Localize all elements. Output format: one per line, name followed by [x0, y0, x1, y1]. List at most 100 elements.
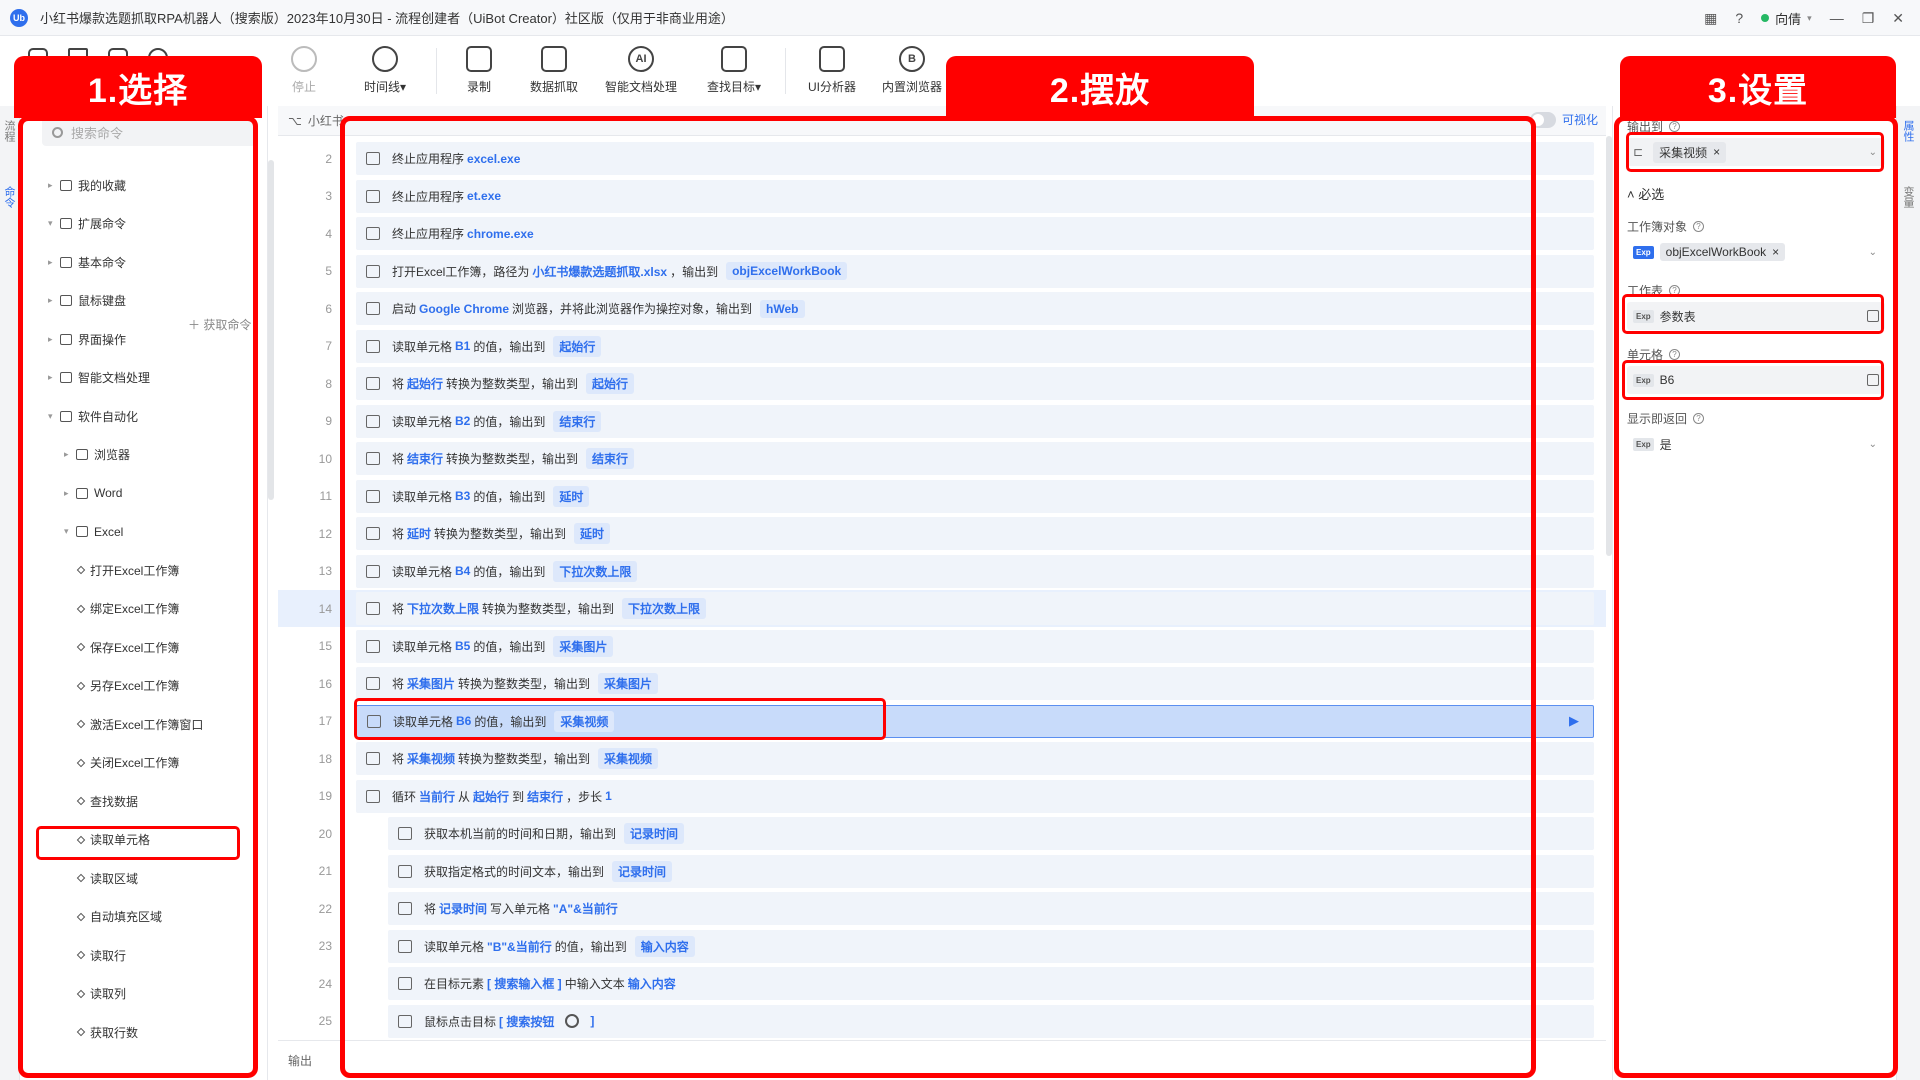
command-block[interactable]: 终止应用程序 excel.exe [356, 142, 1594, 175]
chevron-down-icon[interactable]: ⌄ [1869, 439, 1877, 450]
return-select[interactable]: Exp 是 ⌄ [1627, 430, 1885, 458]
caret-down-icon[interactable]: ▾ [48, 411, 60, 422]
caret-right-icon[interactable]: ▸ [48, 295, 60, 306]
apps-grid-icon[interactable]: ▦ [1704, 10, 1717, 27]
tree-item[interactable]: ▾ 软件自动化 [48, 401, 138, 431]
sheet-field[interactable]: Exp 参数表 [1627, 302, 1885, 330]
tab-commands[interactable]: 命令 [3, 186, 17, 208]
tree-item[interactable]: ▸ 浏览器 [64, 440, 130, 470]
command-block[interactable]: 启动 Google Chrome 浏览器，并将此浏览器作为操控对象，输出到 hWeb [356, 292, 1594, 325]
expression-icon[interactable]: Exp [1633, 373, 1654, 387]
command-row[interactable]: 5 打开Excel工作簿，路径为 小红书爆款选题抓取.xlsx ，输出到 objExce… [278, 253, 1606, 290]
command-row[interactable]: 15 读取单元格 B5 的值，输出到 采集图片 [278, 628, 1606, 665]
user-menu[interactable]: 向倩 ▾ [1761, 9, 1812, 28]
expression-icon[interactable]: Exp [1633, 245, 1654, 259]
tree-item[interactable]: 另存Excel工作簿 [76, 671, 179, 701]
tree-item[interactable]: ▸ Word [64, 478, 122, 508]
tree-item[interactable]: 读取行 [76, 940, 126, 970]
command-block[interactable]: 将结束行 转换为整数类型，输出到 结束行 [356, 442, 1594, 475]
command-block[interactable]: 将下拉次数上限 转换为整数类型，输出到 下拉次数上限 [356, 592, 1594, 625]
caret-down-icon[interactable]: ▾ [64, 526, 76, 537]
stop-button[interactable]: 停止 [268, 36, 340, 95]
command-block[interactable]: 读取单元格 B2 的值，输出到 结束行 [356, 404, 1594, 438]
visual-toggle[interactable]: 可视化 [1529, 111, 1598, 128]
command-row[interactable]: 17 读取单元格 B6 的值，输出到 采集视频 ▶ [278, 703, 1606, 740]
command-row[interactable]: 10 将结束行 转换为整数类型，输出到 结束行 [278, 440, 1606, 477]
command-row[interactable]: 3 终止应用程序 et.exe [278, 178, 1606, 215]
command-row[interactable]: 20 获取本机当前的时间和日期，输出到 记录时间 [278, 815, 1606, 852]
expression-icon[interactable]: Exp [1633, 309, 1654, 323]
caret-right-icon[interactable]: ▸ [64, 449, 76, 460]
command-block[interactable]: 获取本机当前的时间和日期，输出到 记录时间 [388, 817, 1594, 850]
command-block[interactable]: 将采集视频 转换为整数类型，输出到 采集视频 [356, 742, 1594, 775]
command-block[interactable]: 终止应用程序 chrome.exe [356, 217, 1594, 250]
command-block[interactable]: 将记录时间 写入单元格 "A"&当前行 [388, 892, 1594, 925]
chevron-down-icon[interactable]: ⌄ [1869, 147, 1877, 158]
edit-icon[interactable] [1867, 310, 1879, 322]
tree-item[interactable]: 读取单元格 [76, 825, 150, 855]
caret-right-icon[interactable]: ▸ [64, 488, 76, 499]
command-row[interactable]: 14 将下拉次数上限 转换为整数类型，输出到 下拉次数上限 [278, 590, 1606, 627]
command-block[interactable]: 读取单元格 B5 的值，输出到 采集图片 [356, 629, 1594, 663]
visual-switch[interactable] [1529, 111, 1556, 128]
command-row[interactable]: 2 终止应用程序 excel.exe [278, 140, 1606, 177]
tree-item[interactable]: ▸ 鼠标键盘 [48, 286, 126, 316]
tree-item[interactable]: ▸ 我的收藏 [48, 170, 126, 200]
command-row[interactable]: 9 读取单元格 B2 的值，输出到 结束行 [278, 403, 1606, 440]
tree-item[interactable]: 读取列 [76, 979, 126, 1009]
tab-variables[interactable]: 变量 [1902, 186, 1916, 208]
get-command-link[interactable]: ＋ 获取命令 [188, 316, 251, 333]
help-icon[interactable]: ? [1669, 285, 1681, 296]
tree-item[interactable]: 激活Excel工作簿窗口 [76, 709, 203, 739]
tab-flow[interactable]: 流程 [3, 120, 17, 142]
tree-item[interactable]: 打开Excel工作簿 [76, 555, 179, 585]
help-icon[interactable]: ? [1669, 349, 1681, 360]
command-row[interactable]: 18 将采集视频 转换为整数类型，输出到 采集视频 [278, 740, 1606, 777]
command-row[interactable]: 22 将记录时间 写入单元格 "A"&当前行 [278, 890, 1606, 927]
output-panel-tab[interactable]: 输出 [278, 1040, 1606, 1080]
tree-item[interactable]: 绑定Excel工作簿 [76, 594, 179, 624]
command-row[interactable]: 4 终止应用程序 chrome.exe [278, 215, 1606, 252]
caret-right-icon[interactable]: ▸ [48, 334, 60, 345]
command-row[interactable]: 25 鼠标点击目标[ 搜索按钮] [278, 1003, 1606, 1040]
caret-right-icon[interactable]: ▸ [48, 257, 60, 268]
tree-item[interactable]: ▸ 智能文档处理 [48, 363, 150, 393]
command-block[interactable]: 将延时 转换为整数类型，输出到 延时 [356, 517, 1594, 550]
run-line-icon[interactable]: ▶ [1569, 713, 1579, 729]
command-block[interactable]: 读取单元格 B1 的值，输出到 起始行 [356, 329, 1594, 363]
command-row[interactable]: 24 在目标元素[ 搜索输入框 ] 中输入文本 输入内容 [278, 965, 1606, 1002]
command-row[interactable]: 23 读取单元格 "B"&当前行 的值，输出到 输入内容 [278, 928, 1606, 965]
command-row[interactable]: 21 获取指定格式的时间文本，输出到 记录时间 [278, 853, 1606, 890]
command-row[interactable]: 19 循环 当前行从起始行到结束行 ，步长 1 [278, 778, 1606, 815]
help-icon[interactable]: ? [1669, 121, 1681, 132]
expression-icon[interactable]: Exp [1633, 437, 1654, 451]
ai-doc-button[interactable]: AI 智能文档处理 [593, 36, 689, 95]
tree-item[interactable]: ▸ 基本命令 [48, 247, 126, 277]
tree-item[interactable]: ▸ 界面操作 [48, 324, 126, 354]
help-icon[interactable]: ? [1735, 10, 1743, 26]
required-section[interactable]: ˄ 必选 [1627, 184, 1664, 203]
builtin-browser-button[interactable]: B 内置浏览器 [872, 36, 952, 95]
command-search-input[interactable]: 搜索命令 [42, 118, 256, 146]
command-row[interactable]: 7 读取单元格 B1 的值，输出到 起始行 [278, 328, 1606, 365]
command-block[interactable]: 打开Excel工作簿，路径为 小红书爆款选题抓取.xlsx ，输出到 objExcel… [356, 254, 1594, 288]
remove-icon[interactable]: × [1772, 245, 1779, 259]
caret-right-icon[interactable]: ▸ [48, 372, 60, 383]
tree-item[interactable]: 读取区域 [76, 863, 138, 893]
ui-analyzer-button[interactable]: UI分析器 [792, 36, 872, 95]
tree-item[interactable]: 查找数据 [76, 786, 138, 816]
command-row[interactable]: 11 读取单元格 B3 的值，输出到 延时 [278, 478, 1606, 515]
command-block[interactable]: 读取单元格 B3 的值，输出到 延时 [356, 479, 1594, 513]
data-scrape-button[interactable]: 数据抓取 [515, 36, 593, 95]
command-row[interactable]: 8 将起始行 转换为整数类型，输出到 起始行 [278, 365, 1606, 402]
command-row[interactable]: 13 读取单元格 B4 的值，输出到 下拉次数上限 [278, 553, 1606, 590]
find-target-button[interactable]: 查找目标▾ [689, 36, 779, 95]
command-row[interactable]: 16 将采集图片 转换为整数类型，输出到 采集图片 [278, 665, 1606, 702]
breadcrumb-item[interactable]: 小红书 [308, 112, 344, 129]
help-icon[interactable]: ? [1693, 221, 1705, 232]
tree-item[interactable]: ▾ Excel [64, 517, 123, 547]
help-icon[interactable]: ? [1693, 413, 1705, 424]
workbook-field[interactable]: Exp objExcelWorkBook × ⌄ [1627, 238, 1885, 266]
tree-item[interactable]: 关闭Excel工作簿 [76, 748, 179, 778]
tree-item[interactable]: 保存Excel工作簿 [76, 632, 179, 662]
